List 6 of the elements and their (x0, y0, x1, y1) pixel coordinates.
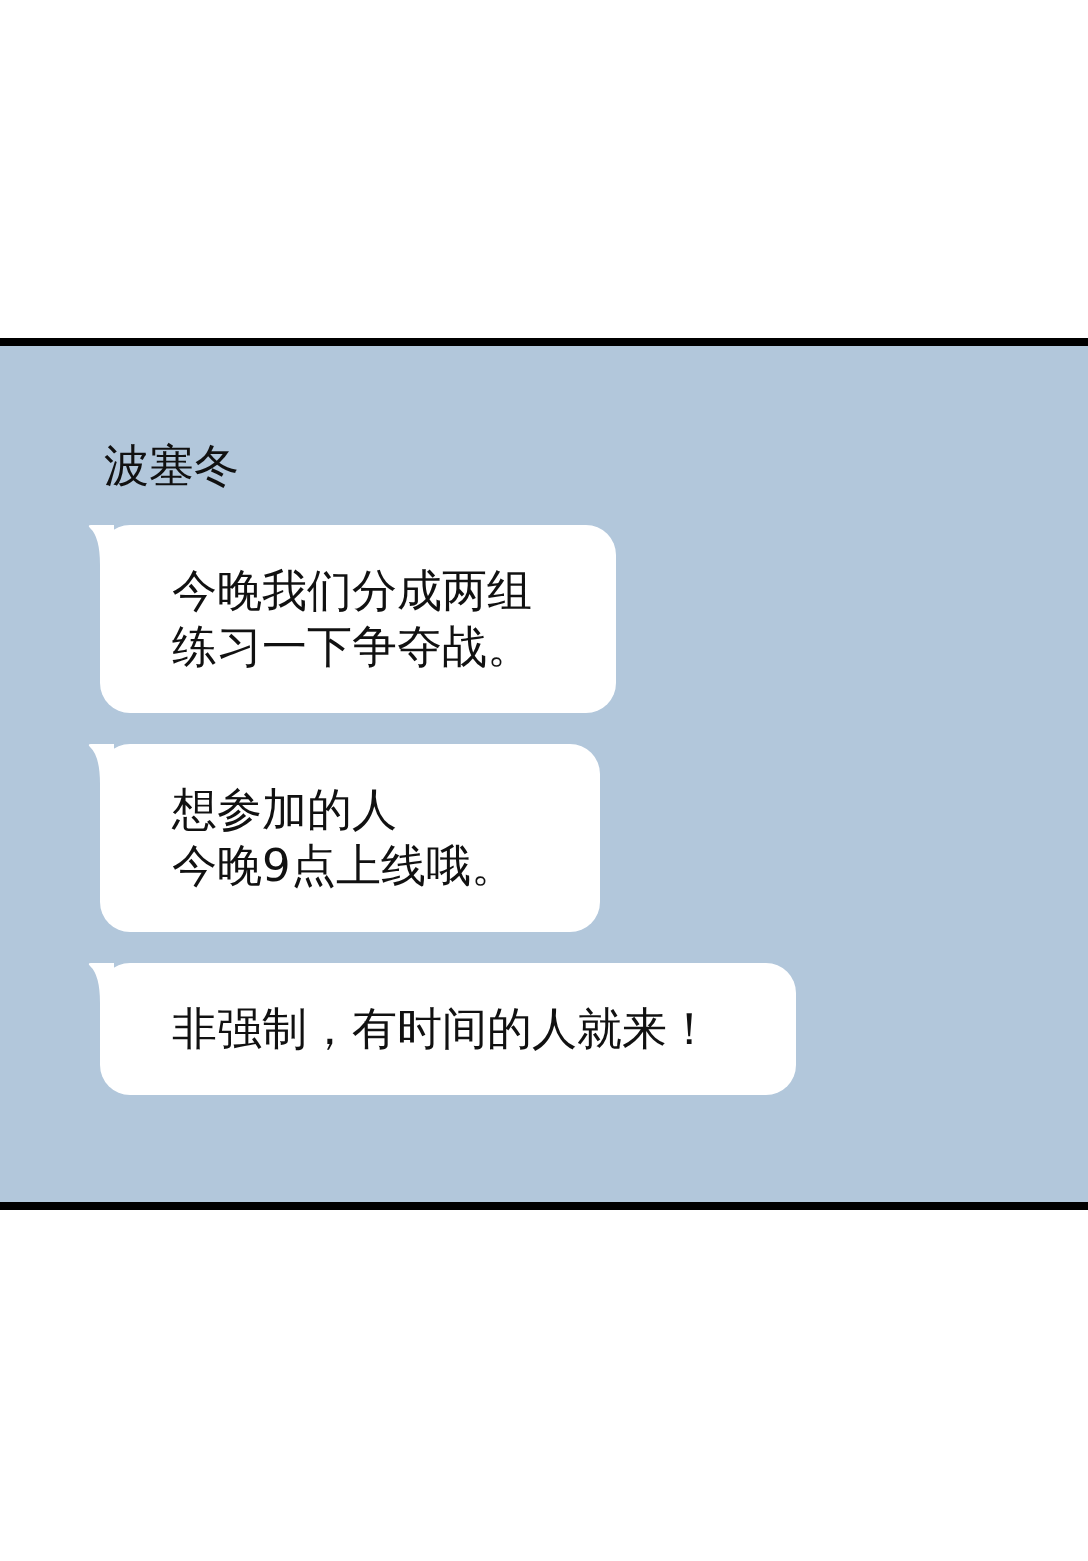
message-text: 今晚我们分成两组 (172, 563, 532, 619)
message-text: 想参加的人 (172, 782, 397, 838)
sender-name: 波塞冬 (104, 438, 239, 494)
message-text: 练习一下争夺战。 (172, 619, 532, 675)
message-text: 非强制，有时间的人就来！ (172, 1001, 712, 1057)
message-text: 今晚9点上线哦。 (172, 838, 516, 894)
